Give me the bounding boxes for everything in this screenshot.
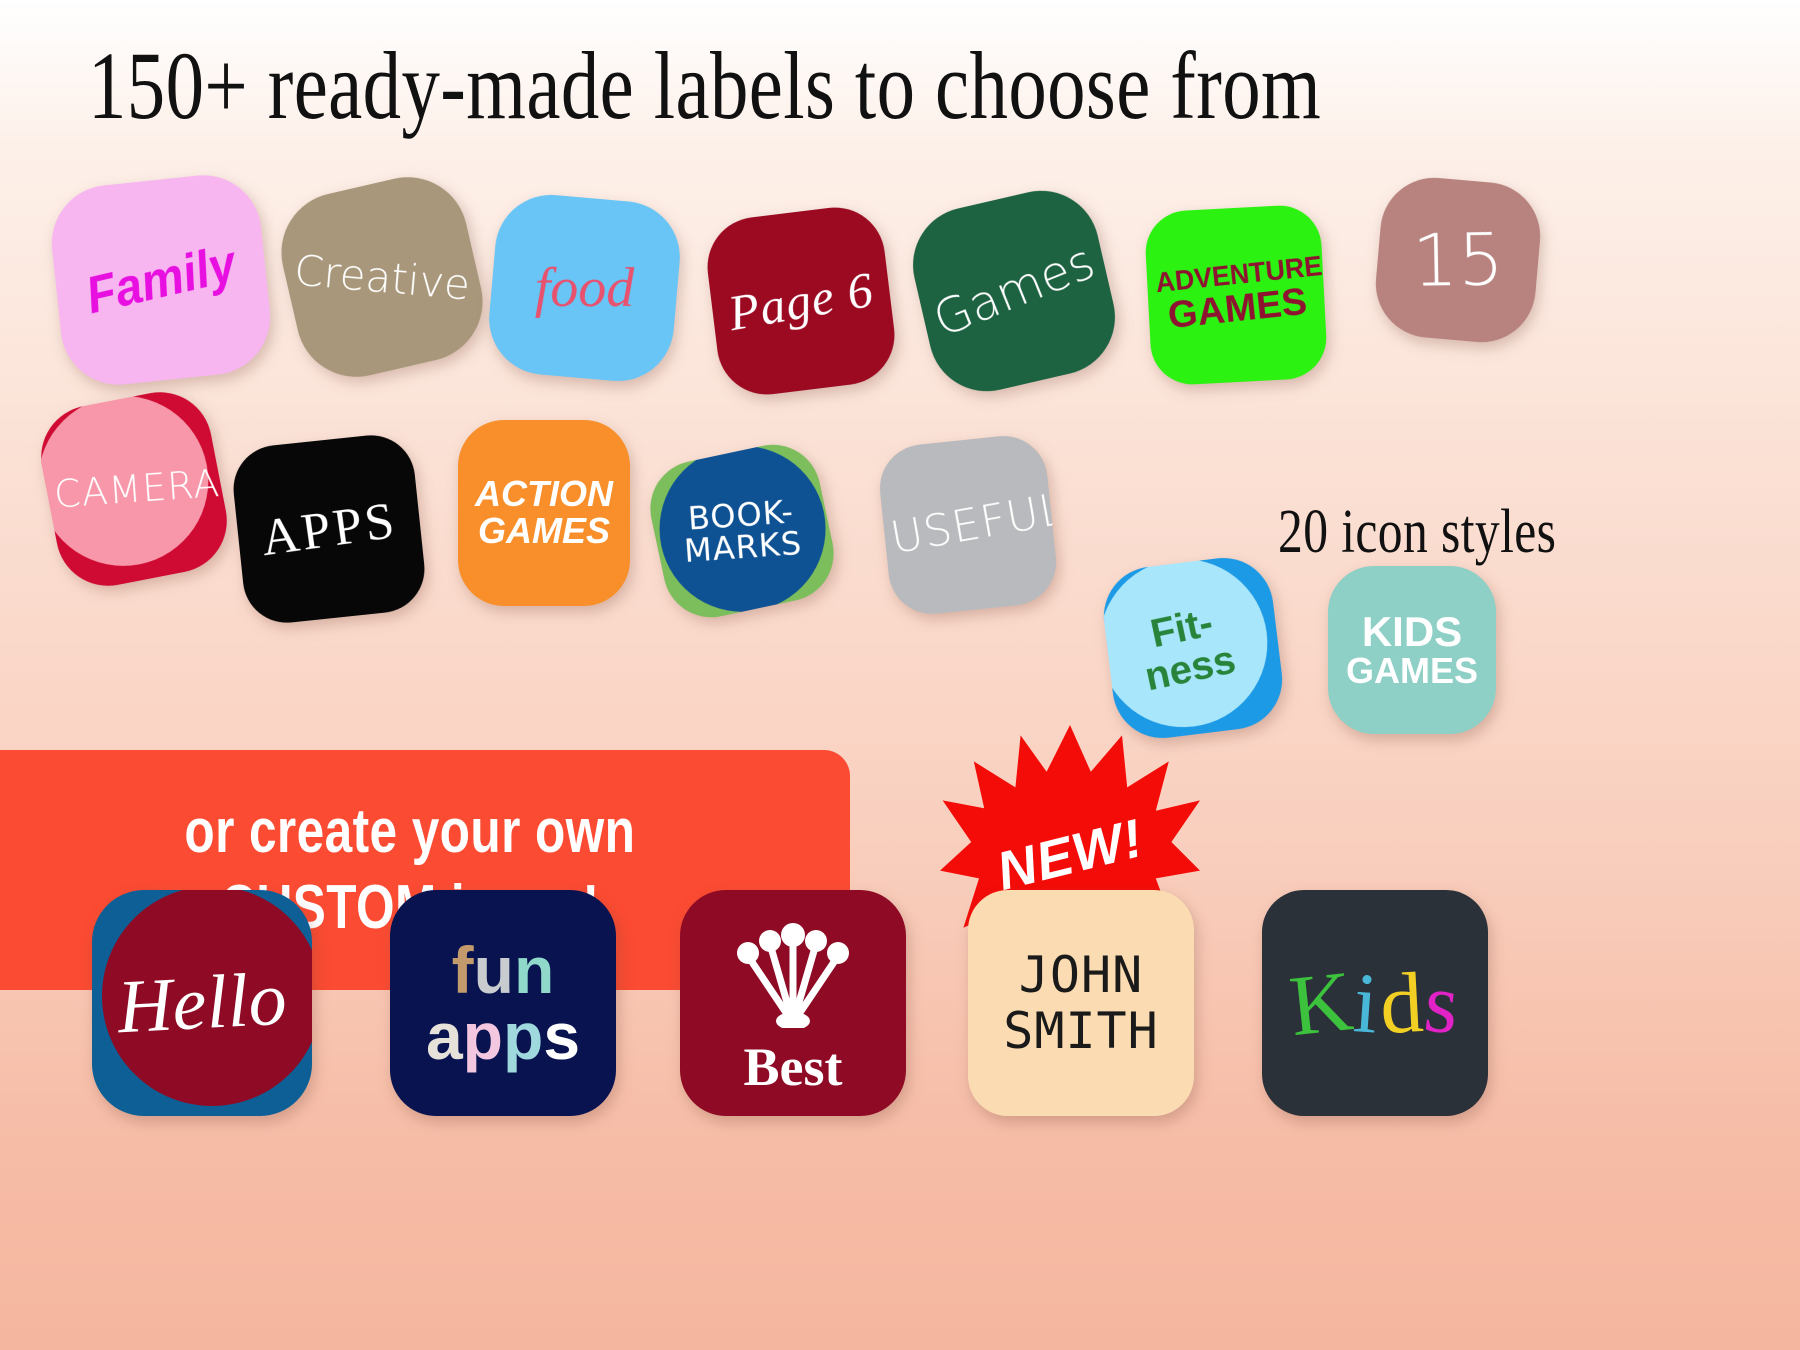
john-smith-line2: SMITH bbox=[1003, 1002, 1159, 1060]
label-tile-kids-games-line2: GAMES bbox=[1345, 650, 1478, 691]
label-tile-adventure-games[interactable]: ADVENTURE GAMES bbox=[1143, 203, 1329, 387]
label-tile-bookmarks[interactable]: BOOK- MARKS bbox=[641, 435, 843, 627]
label-tile-action-games-line2: GAMES bbox=[477, 510, 610, 551]
label-tile-best[interactable]: Best bbox=[680, 890, 906, 1116]
poster-canvas: 150+ ready-made labels to choose from Fa… bbox=[0, 0, 1800, 1350]
kids-letter-k: K bbox=[1284, 951, 1359, 1055]
label-tile-hello-text: Hello bbox=[115, 956, 289, 1049]
label-tile-games-text: Games bbox=[925, 233, 1103, 349]
label-tile-kids-games-line1: KIDS bbox=[1361, 608, 1463, 655]
fun-letter-u: u bbox=[473, 933, 514, 1007]
label-tile-15-text: 15 bbox=[1411, 217, 1505, 303]
apps-letter-p2: p bbox=[503, 999, 544, 1073]
label-tile-creative-text: Creative bbox=[292, 244, 472, 310]
page-title: 150+ ready-made labels to choose from bbox=[88, 32, 1322, 139]
john-smith-line1: JOHN bbox=[1018, 946, 1144, 1004]
label-tile-apps-text: APPS bbox=[257, 491, 401, 567]
label-tile-page-6[interactable]: Page 6 bbox=[701, 201, 901, 401]
label-tile-hello[interactable]: Hello bbox=[92, 890, 312, 1116]
apps-letter-p1: p bbox=[462, 999, 503, 1073]
label-tile-creative[interactable]: Creative bbox=[269, 165, 495, 389]
label-tile-kids[interactable]: Kids bbox=[1262, 890, 1488, 1116]
label-tile-action-games-line1: ACTION bbox=[475, 473, 613, 515]
kids-letter-s: s bbox=[1419, 953, 1466, 1053]
label-tile-15[interactable]: 15 bbox=[1371, 173, 1545, 347]
label-tile-john-smith[interactable]: JOHN SMITH bbox=[968, 890, 1194, 1116]
label-tile-food-text: food bbox=[534, 257, 635, 319]
label-tile-bookmarks-line2: MARKS bbox=[682, 523, 804, 571]
label-tile-family[interactable]: Family bbox=[46, 169, 276, 391]
fun-apps-line1: fun bbox=[396, 937, 610, 1003]
fun-apps-line2: apps bbox=[396, 1003, 610, 1069]
fun-letter-f: f bbox=[451, 933, 474, 1007]
crown-icon bbox=[718, 918, 868, 1033]
apps-letter-a: a bbox=[425, 999, 463, 1073]
label-tile-action-games[interactable]: ACTION GAMES bbox=[458, 420, 630, 606]
label-tile-camera[interactable]: CAMERA bbox=[32, 383, 236, 595]
label-tile-page-6-text: Page 6 bbox=[724, 260, 878, 342]
label-tile-games[interactable]: Games bbox=[901, 179, 1127, 403]
label-tile-useful[interactable]: USEFUL bbox=[875, 431, 1061, 619]
fun-letter-n: n bbox=[513, 933, 555, 1007]
label-tile-useful-text: USEFUL bbox=[886, 482, 1061, 564]
label-tile-food[interactable]: food bbox=[484, 190, 685, 386]
label-tile-apps[interactable]: APPS bbox=[229, 430, 429, 628]
icon-styles-note: 20 icon styles bbox=[1278, 498, 1557, 566]
label-tile-fun-apps[interactable]: fun apps bbox=[390, 890, 616, 1116]
kids-letter-d: d bbox=[1377, 953, 1428, 1053]
label-tile-best-text: Best bbox=[743, 1037, 843, 1097]
label-tile-kids-games[interactable]: KIDS GAMES bbox=[1328, 566, 1496, 734]
apps-letter-s: s bbox=[543, 999, 581, 1073]
banner-line-1: or create your own bbox=[184, 797, 636, 867]
label-tile-fitness[interactable]: Fit- ness bbox=[1098, 552, 1288, 744]
label-tile-family-text: Family bbox=[80, 234, 242, 326]
